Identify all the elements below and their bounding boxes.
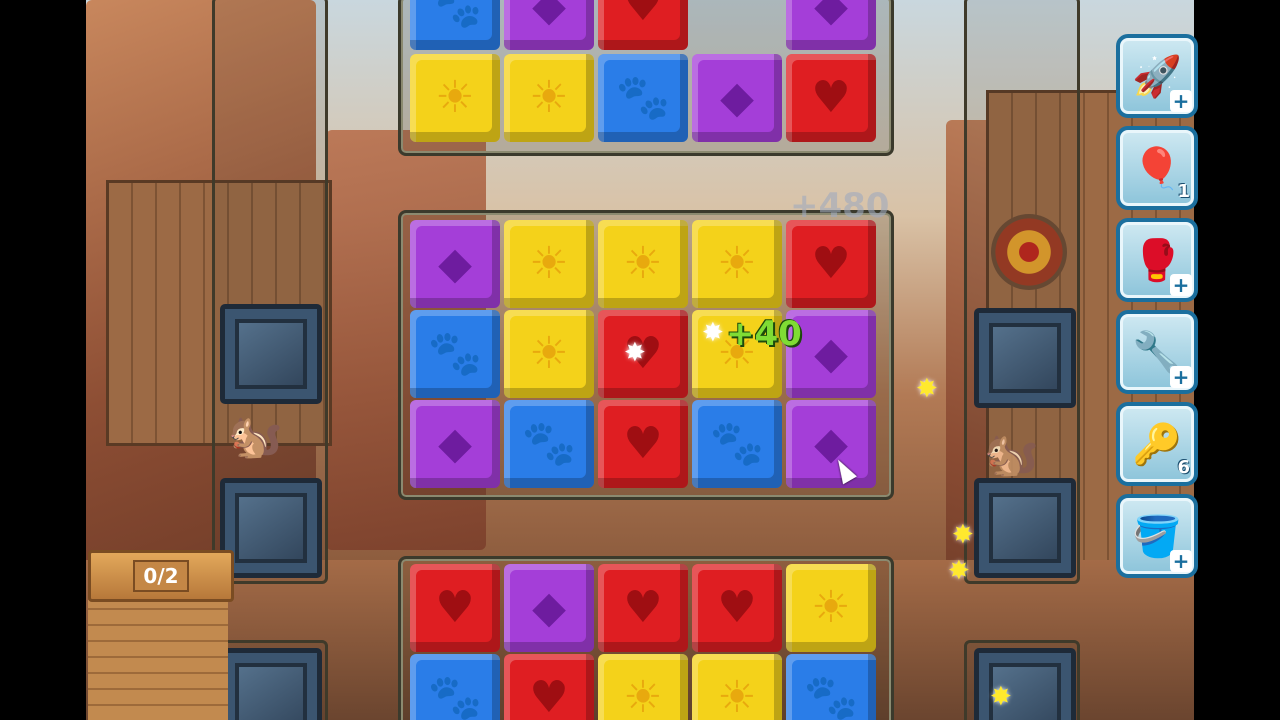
paw-icon: 🐾: [803, 672, 859, 720]
cube-blue[interactable]: 🐾: [410, 310, 500, 398]
paw-icon: 🐾: [709, 418, 765, 469]
cube-purple[interactable]: ◆: [786, 0, 876, 50]
sun-icon: ☀: [435, 72, 475, 123]
heart-icon: ♥: [623, 0, 663, 31]
cube-blue[interactable]: 🐾: [410, 0, 500, 50]
heart-icon: ♥: [435, 582, 475, 633]
spark-icon: ✸: [702, 318, 724, 348]
squirrel-icon: 🐿️: [228, 411, 283, 462]
collect-counter: 0/2: [133, 560, 189, 592]
heart-icon: ♥: [717, 582, 757, 633]
metal-crate: [974, 478, 1076, 578]
metal-crate: [974, 308, 1076, 408]
diamond-icon: ◆: [438, 418, 472, 469]
cube-red[interactable]: ♥: [786, 54, 876, 142]
cube-yellow[interactable]: ☀: [410, 54, 500, 142]
heart-icon: ♥: [811, 72, 851, 123]
collect-counter-sign: 0/2: [88, 550, 234, 602]
booster-count: 6: [1177, 457, 1190, 478]
game-scene: 🐿️ 🐿️ 🐾 ◆ ♥ ◆ ☀ ☀ 🐾 ◆ ♥ ◆ ☀ ☀ ☀ ♥ 🐾 ☀ ♥ ☀ ◆ ◆ 🐾 ♥ 🐾 ◆ ♥ ◆ ♥ ♥ ☀ 🐾 ♥ ☀ ☀ 🐾…: [86, 0, 1194, 720]
sun-icon: ☀: [811, 582, 851, 633]
cube-yellow[interactable]: ☀: [504, 310, 594, 398]
cube-blue[interactable]: 🐾: [410, 654, 500, 720]
pliers-booster-button[interactable]: 🔧 +: [1116, 310, 1198, 394]
add-icon: +: [1170, 274, 1192, 296]
cube-red[interactable]: ♥: [598, 400, 688, 488]
cube-blue[interactable]: 🐾: [692, 400, 782, 488]
sun-icon: ☀: [717, 672, 757, 720]
cube-red[interactable]: ♥: [786, 220, 876, 308]
key-booster-button[interactable]: 🔑 6: [1116, 402, 1198, 486]
cube-red[interactable]: ♥: [598, 564, 688, 652]
cube-yellow[interactable]: ☀: [692, 654, 782, 720]
add-icon: +: [1170, 90, 1192, 112]
sun-icon: ☀: [623, 672, 663, 720]
cube-purple[interactable]: ◆: [504, 564, 594, 652]
sun-icon: ☀: [529, 72, 569, 123]
cube-yellow[interactable]: ☀: [786, 564, 876, 652]
add-icon: +: [1170, 550, 1192, 572]
cube-purple[interactable]: ◆: [786, 400, 876, 488]
cube-blue[interactable]: 🐾: [504, 400, 594, 488]
add-icon: +: [1170, 366, 1192, 388]
spark-icon: ✸: [952, 520, 974, 550]
score-popup-faded: +480: [790, 186, 890, 226]
diamond-icon: ◆: [438, 238, 472, 289]
wooden-dock: [88, 600, 228, 720]
cube-yellow[interactable]: ☀: [598, 220, 688, 308]
spark-icon: ✸: [948, 556, 970, 586]
cube-yellow[interactable]: ☀: [598, 654, 688, 720]
balloons-booster-button[interactable]: 🎈 1: [1116, 126, 1198, 210]
balloons-icon: 🎈: [1132, 145, 1182, 192]
cube-blue[interactable]: 🐾: [786, 654, 876, 720]
heart-icon: ♥: [623, 418, 663, 469]
boxing-glove-booster-button[interactable]: 🥊 +: [1116, 218, 1198, 302]
sun-icon: ☀: [529, 238, 569, 289]
heart-icon: ♥: [529, 672, 569, 720]
heart-icon: ♥: [623, 582, 663, 633]
booster-count: 1: [1177, 181, 1190, 202]
metal-crate: [220, 478, 322, 578]
diamond-icon: ◆: [720, 72, 754, 123]
paw-icon: 🐾: [427, 328, 483, 379]
cube-yellow[interactable]: ☀: [692, 220, 782, 308]
cube-purple[interactable]: ◆: [410, 400, 500, 488]
squirrel-icon: 🐿️: [984, 429, 1039, 480]
sun-icon: ☀: [623, 238, 663, 289]
spark-icon: ✸: [990, 682, 1012, 712]
sun-icon: ☀: [529, 328, 569, 379]
metal-crate: [220, 304, 322, 404]
paint-bucket-booster-button[interactable]: 🪣 +: [1116, 494, 1198, 578]
cube-purple[interactable]: ◆: [504, 0, 594, 50]
paw-icon: 🐾: [615, 72, 671, 123]
paw-icon: 🐾: [427, 672, 483, 720]
spark-icon: ✸: [916, 374, 938, 404]
cube-yellow[interactable]: ☀: [504, 220, 594, 308]
cube-yellow[interactable]: ☀: [504, 54, 594, 142]
cube-red[interactable]: ♥: [598, 0, 688, 50]
diamond-icon: ◆: [532, 582, 566, 633]
spark-icon: ✸: [624, 338, 646, 368]
cube-purple[interactable]: ◆: [692, 54, 782, 142]
diamond-icon: ◆: [532, 0, 566, 31]
metal-crate: [220, 648, 322, 720]
cube-red[interactable]: ♥: [504, 654, 594, 720]
cube-blue[interactable]: 🐾: [598, 54, 688, 142]
cube-purple[interactable]: ◆: [410, 220, 500, 308]
paw-icon: 🐾: [427, 0, 483, 31]
paw-icon: 🐾: [521, 418, 577, 469]
heart-icon: ♥: [811, 238, 851, 289]
score-popup: +40: [726, 314, 802, 354]
sun-icon: ☀: [717, 238, 757, 289]
key-icon: 🔑: [1132, 421, 1182, 468]
cube-red[interactable]: ♥: [410, 564, 500, 652]
cube-red[interactable]: ♥: [692, 564, 782, 652]
diamond-icon: ◆: [814, 0, 848, 31]
diamond-icon: ◆: [814, 328, 848, 379]
rocket-booster-button[interactable]: 🚀 +: [1116, 34, 1198, 118]
